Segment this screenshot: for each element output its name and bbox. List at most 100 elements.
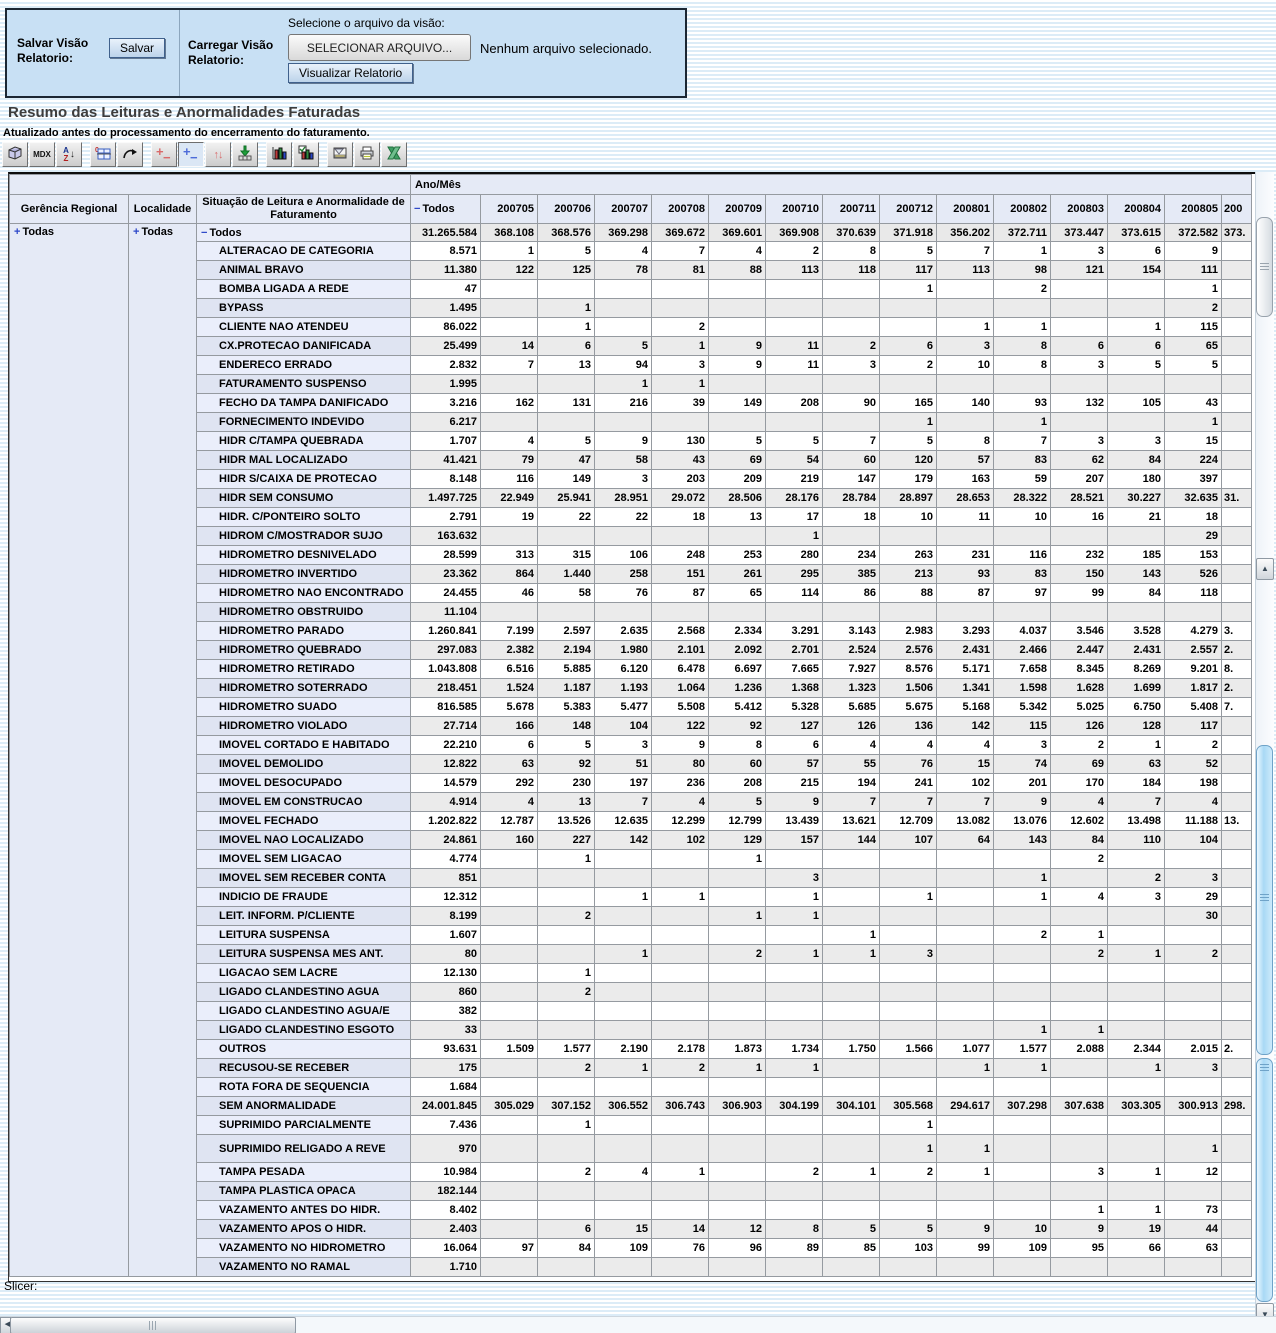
printer-button[interactable]	[354, 142, 380, 167]
row-label[interactable]: LEIT. INFORM. P/CLIENTE	[197, 907, 411, 926]
row-label[interactable]: HIDR C/TAMPA QUEBRADA	[197, 432, 411, 451]
column-header-200801[interactable]: 200801	[937, 195, 994, 224]
row-label[interactable]: IMOVEL SEM LIGACAO	[197, 850, 411, 869]
save-button[interactable]: Salvar	[109, 38, 165, 58]
row-label[interactable]: CLIENTE NAO ATENDEU	[197, 318, 411, 337]
row-label[interactable]: VAZAMENTO ANTES DO HIDR.	[197, 1201, 411, 1220]
collapse-icon[interactable]: −	[201, 227, 207, 239]
column-header-200804[interactable]: 200804	[1108, 195, 1165, 224]
column-header-200708[interactable]: 200708	[652, 195, 709, 224]
vertical-scroll-thumb[interactable]	[1256, 745, 1273, 1055]
sort-updown-button[interactable]: ↑↓	[205, 142, 231, 167]
region-cell[interactable]: +Todas	[10, 224, 129, 1277]
vertical-scroll-thumb-top[interactable]	[1256, 217, 1273, 317]
pivot-refresh-button[interactable]	[117, 142, 143, 167]
row-label[interactable]: SUPRIMIDO PARCIALMENTE	[197, 1116, 411, 1135]
row-label[interactable]: HIDROMETRO DESNIVELADO	[197, 546, 411, 565]
row-label[interactable]: LIGADO CLANDESTINO AGUA/E	[197, 1002, 411, 1021]
expand-icon[interactable]: +	[14, 226, 20, 238]
row-label[interactable]: HIDROMETRO VIOLADO	[197, 717, 411, 736]
scroll-up-button[interactable]: ▲	[1256, 558, 1274, 580]
row-label[interactable]: ENDERECO ERRADO	[197, 356, 411, 375]
select-file-button[interactable]: SELECIONAR ARQUIVO...	[288, 34, 471, 61]
expand-icon[interactable]: +	[133, 226, 139, 238]
row-label[interactable]: HIDROMETRO NAO ENCONTRADO	[197, 584, 411, 603]
row-label[interactable]: IMOVEL SEM RECEBER CONTA	[197, 869, 411, 888]
row-label[interactable]: SEM ANORMALIDADE	[197, 1097, 411, 1116]
row-label[interactable]: LIGACAO SEM LACRE	[197, 964, 411, 983]
vertical-scroll-thumb-lower[interactable]	[1256, 1058, 1273, 1302]
column-header-200705[interactable]: 200705	[481, 195, 538, 224]
row-label[interactable]: FATURAMENTO SUSPENSO	[197, 375, 411, 394]
row-label[interactable]: HIDR. C/PONTEIRO SOLTO	[197, 508, 411, 527]
chart-button[interactable]	[266, 142, 292, 167]
row-label[interactable]: HIDR MAL LOCALIZADO	[197, 451, 411, 470]
row-label-todos[interactable]: −Todos	[197, 224, 411, 242]
row-label[interactable]: IMOVEL CORTADO E HABITADO	[197, 736, 411, 755]
row-label[interactable]: CX.PROTECAO DANIFICADA	[197, 337, 411, 356]
row-label[interactable]: IMOVEL NAO LOCALIZADO	[197, 831, 411, 850]
drillthrough-button[interactable]	[232, 142, 258, 167]
row-label[interactable]: BOMBA LIGADA A REDE	[197, 280, 411, 299]
column-header-200712[interactable]: 200712	[880, 195, 937, 224]
row-label[interactable]: BYPASS	[197, 299, 411, 318]
row-label[interactable]: RECUSOU-SE RECEBER	[197, 1059, 411, 1078]
row-label[interactable]: OUTROS	[197, 1040, 411, 1059]
row-label[interactable]: LEITURA SUSPENSA	[197, 926, 411, 945]
row-label[interactable]: LEITURA SUSPENSA MES ANT.	[197, 945, 411, 964]
row-label[interactable]: VAZAMENTO APOS O HIDR.	[197, 1220, 411, 1239]
row-label[interactable]: FORNECIMENTO INDEVIDO	[197, 413, 411, 432]
row-label[interactable]: ROTA FORA DE SEQUENCIA	[197, 1078, 411, 1097]
column-header-200711[interactable]: 200711	[823, 195, 880, 224]
column-header-200706[interactable]: 200706	[538, 195, 595, 224]
view-report-button[interactable]: Visualizar Relatorio	[288, 63, 413, 83]
collapse-icon[interactable]: −	[414, 203, 420, 215]
owc-cube-button[interactable]	[2, 142, 28, 167]
column-header-200803[interactable]: 200803	[1051, 195, 1108, 224]
expand-blue-button[interactable]: +−	[178, 142, 204, 167]
row-label[interactable]: IMOVEL EM CONSTRUCAO	[197, 793, 411, 812]
mdx-button[interactable]: MDX	[29, 142, 55, 167]
column-header-200707[interactable]: 200707	[595, 195, 652, 224]
locality-column-header[interactable]: Localidade	[129, 195, 197, 224]
column-header-200709[interactable]: 200709	[709, 195, 766, 224]
row-label[interactable]: HIDROMETRO OBSTRUIDO	[197, 603, 411, 622]
region-column-header[interactable]: Gerência Regional	[10, 195, 129, 224]
horizontal-scroll-thumb[interactable]	[10, 1317, 296, 1333]
locality-cell[interactable]: +Todas	[129, 224, 197, 1277]
subtotals-button[interactable]: 0	[90, 142, 116, 167]
column-header-200805[interactable]: 200805	[1165, 195, 1222, 224]
row-label[interactable]: HIDR S/CAIXA DE PROTECAO	[197, 470, 411, 489]
row-label[interactable]: HIDROMETRO PARADO	[197, 622, 411, 641]
row-label[interactable]: IMOVEL DEMOLIDO	[197, 755, 411, 774]
column-header-200802[interactable]: 200802	[994, 195, 1051, 224]
row-label[interactable]: HIDROM C/MOSTRADOR SUJO	[197, 527, 411, 546]
sort-az-button[interactable]: AZ↓	[56, 142, 82, 167]
chart-options-button[interactable]	[293, 142, 319, 167]
row-label[interactable]: HIDROMETRO INVERTIDO	[197, 565, 411, 584]
row-label[interactable]: IMOVEL DESOCUPADO	[197, 774, 411, 793]
row-label[interactable]: HIDR SEM CONSUMO	[197, 489, 411, 508]
row-label[interactable]: LIGADO CLANDESTINO ESGOTO	[197, 1021, 411, 1040]
row-label[interactable]: VAZAMENTO NO RAMAL	[197, 1258, 411, 1277]
row-label[interactable]: HIDROMETRO RETIRADO	[197, 660, 411, 679]
column-header-200710[interactable]: 200710	[766, 195, 823, 224]
row-label[interactable]: HIDROMETRO QUEBRADO	[197, 641, 411, 660]
column-header-todos[interactable]: −Todos	[411, 195, 481, 224]
row-label[interactable]: ANIMAL BRAVO	[197, 261, 411, 280]
row-label[interactable]: INDICIO DE FRAUDE	[197, 888, 411, 907]
row-label[interactable]: HIDROMETRO SUADO	[197, 698, 411, 717]
row-label[interactable]: LIGADO CLANDESTINO AGUA	[197, 983, 411, 1002]
row-label[interactable]: TAMPA PESADA	[197, 1163, 411, 1182]
collapse-red-button[interactable]: +−	[151, 142, 177, 167]
situation-column-header[interactable]: Situação de Leitura e Anormalidade de Fa…	[197, 195, 411, 224]
row-label[interactable]: SUPRIMIDO RELIGADO A REVE	[197, 1135, 411, 1163]
export-excel-button[interactable]	[381, 142, 407, 167]
print-preview-button[interactable]	[327, 142, 353, 167]
row-label[interactable]: VAZAMENTO NO HIDROMETRO	[197, 1239, 411, 1258]
row-label[interactable]: ALTERACAO DE CATEGORIA	[197, 242, 411, 261]
row-label[interactable]: IMOVEL FECHADO	[197, 812, 411, 831]
row-label[interactable]: HIDROMETRO SOTERRADO	[197, 679, 411, 698]
row-label[interactable]: TAMPA PLASTICA OPACA	[197, 1182, 411, 1201]
column-header-200[interactable]: 200	[1222, 195, 1252, 224]
